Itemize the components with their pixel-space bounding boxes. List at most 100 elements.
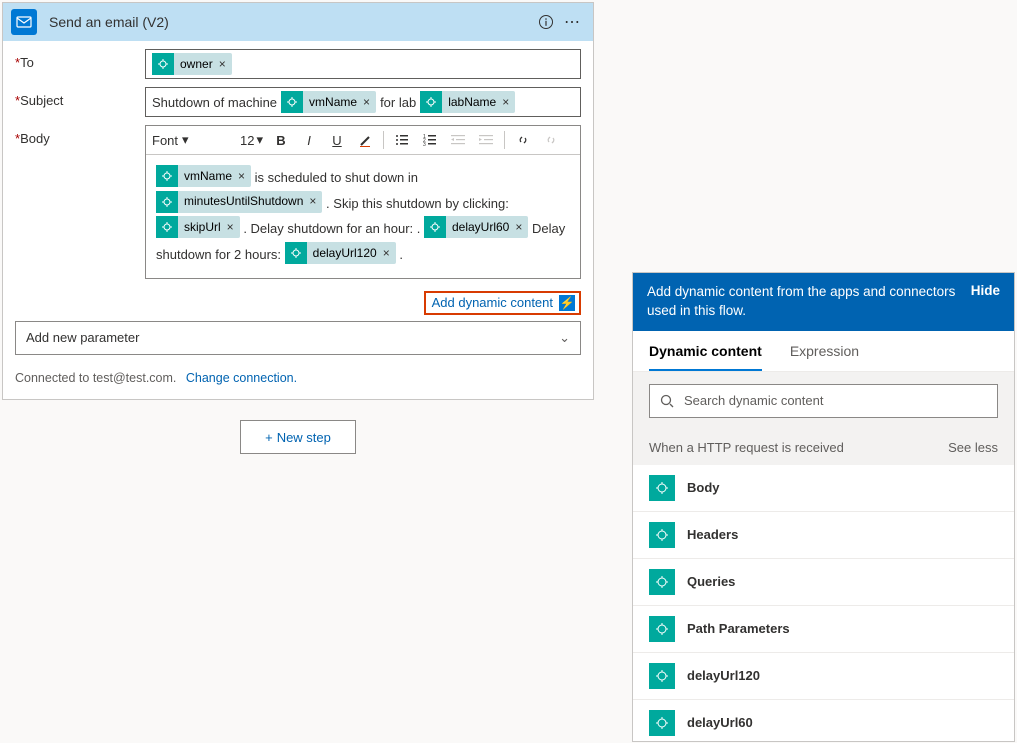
rte-unlink-button[interactable]: [541, 130, 561, 150]
token-delay60[interactable]: delayUrl60×: [424, 216, 528, 238]
rte-italic-button[interactable]: I: [299, 130, 319, 150]
rte-indent-button[interactable]: [476, 130, 496, 150]
token-remove-icon[interactable]: ×: [515, 216, 522, 239]
request-icon: [649, 475, 675, 501]
separator: [504, 131, 505, 149]
card-title: Send an email (V2): [49, 14, 533, 30]
rte-font-select[interactable]: Font ▾: [152, 132, 232, 148]
token-owner[interactable]: owner ×: [152, 53, 232, 75]
token-labname[interactable]: labName ×: [420, 91, 515, 113]
field-subject: *Subject Shutdown of machine vmName × fo…: [15, 87, 581, 117]
see-less-link[interactable]: See less: [948, 440, 998, 455]
dynamic-panel-header: Add dynamic content from the apps and co…: [633, 273, 1014, 331]
dynamic-item-label: Path Parameters: [687, 621, 790, 636]
token-minutes[interactable]: minutesUntilShutdown ×: [156, 191, 322, 213]
to-label: *To: [15, 49, 145, 70]
subject-text: for lab: [380, 95, 416, 110]
change-connection-link[interactable]: Change connection.: [186, 371, 297, 385]
to-input[interactable]: owner ×: [145, 49, 581, 79]
card-body: *To owner × *Subject Shutdown of machine…: [3, 41, 593, 399]
rte-size-select[interactable]: 12 ▾: [240, 132, 263, 148]
new-step-button[interactable]: + New step: [240, 420, 356, 454]
section-title: When a HTTP request is received: [649, 440, 844, 455]
rte-bold-button[interactable]: B: [271, 130, 291, 150]
dynamic-item[interactable]: Body: [633, 465, 1014, 512]
add-parameter-dropdown[interactable]: Add new parameter ⌄: [15, 321, 581, 355]
dynamic-item-label: delayUrl60: [687, 715, 753, 730]
search-wrap: Search dynamic content: [633, 372, 1014, 430]
dynamic-item-label: Headers: [687, 527, 738, 542]
token-icon: [420, 91, 442, 113]
search-placeholder: Search dynamic content: [684, 393, 823, 408]
dynamic-item-label: Queries: [687, 574, 735, 589]
token-remove-icon[interactable]: ×: [363, 95, 370, 109]
token-vmname[interactable]: vmName×: [156, 165, 251, 187]
request-icon: [649, 522, 675, 548]
dynamic-panel-tabs: Dynamic content Expression: [633, 331, 1014, 372]
token-label: delayUrl120: [313, 242, 377, 265]
add-dynamic-content-link[interactable]: Add dynamic content ⚡: [424, 291, 581, 315]
token-icon: [156, 165, 178, 187]
dynamic-item[interactable]: Queries: [633, 559, 1014, 606]
token-icon: [281, 91, 303, 113]
dynamic-item-label: delayUrl120: [687, 668, 760, 683]
subject-text: Shutdown of machine: [152, 95, 277, 110]
rte-outdent-button[interactable]: [448, 130, 468, 150]
token-icon: [424, 216, 446, 238]
dynamic-panel-intro: Add dynamic content from the apps and co…: [647, 283, 961, 321]
search-dynamic-input[interactable]: Search dynamic content: [649, 384, 998, 418]
token-label: vmName: [309, 95, 357, 109]
token-remove-icon[interactable]: ×: [502, 95, 509, 109]
chevron-down-icon: ⌄: [559, 330, 570, 346]
token-vmname[interactable]: vmName ×: [281, 91, 376, 113]
svg-text:3: 3: [423, 142, 426, 147]
rte-color-button[interactable]: [355, 130, 375, 150]
rte-underline-button[interactable]: U: [327, 130, 347, 150]
add-dynamic-row: Add dynamic content ⚡: [15, 287, 581, 315]
token-remove-icon[interactable]: ×: [309, 190, 316, 213]
body-text: .: [399, 247, 403, 262]
subject-input[interactable]: Shutdown of machine vmName × for lab lab…: [145, 87, 581, 117]
dynamic-content-list[interactable]: Body Headers Queries Path Parameters del…: [633, 465, 1014, 741]
card-header: Send an email (V2) ⋯: [3, 3, 593, 41]
token-remove-icon[interactable]: ×: [219, 57, 226, 71]
more-icon[interactable]: ⋯: [559, 9, 585, 35]
hide-panel-link[interactable]: Hide: [971, 283, 1000, 321]
add-parameter-label: Add new parameter: [26, 330, 139, 345]
rte-numbered-button[interactable]: 123: [420, 130, 440, 150]
rte-bullets-button[interactable]: [392, 130, 412, 150]
dynamic-item[interactable]: delayUrl120: [633, 653, 1014, 700]
tab-dynamic-content[interactable]: Dynamic content: [649, 343, 762, 371]
add-dynamic-wrap: Add dynamic content ⚡: [145, 291, 581, 315]
body-text: . Skip this shutdown by clicking:: [326, 196, 509, 211]
token-remove-icon[interactable]: ×: [383, 242, 390, 265]
chevron-down-icon: ▾: [256, 132, 263, 148]
body-content[interactable]: vmName× is scheduled to shut down in min…: [146, 155, 580, 278]
lightning-icon: ⚡: [559, 295, 575, 311]
tab-expression[interactable]: Expression: [790, 343, 859, 371]
email-action-card: Send an email (V2) ⋯ *To owner × *Subjec…: [2, 2, 594, 400]
token-icon: [156, 191, 178, 213]
body-editor[interactable]: Font ▾ 12 ▾ B I U 123 vmName×: [145, 125, 581, 279]
add-dynamic-label: Add dynamic content: [432, 295, 553, 310]
rte-link-button[interactable]: [513, 130, 533, 150]
section-http-request: When a HTTP request is received See less: [633, 430, 1014, 465]
dynamic-item[interactable]: Path Parameters: [633, 606, 1014, 653]
token-label: owner: [180, 57, 213, 71]
token-delay120[interactable]: delayUrl120 ×: [285, 242, 396, 264]
token-skipurl[interactable]: skipUrl×: [156, 216, 240, 238]
request-icon: [649, 616, 675, 642]
field-to: *To owner ×: [15, 49, 581, 79]
token-icon: [285, 242, 307, 264]
plus-icon: +: [265, 430, 273, 445]
dynamic-item[interactable]: Headers: [633, 512, 1014, 559]
token-remove-icon[interactable]: ×: [238, 165, 245, 188]
separator: [383, 131, 384, 149]
token-label: minutesUntilShutdown: [184, 190, 303, 213]
new-step-label: New step: [277, 430, 331, 445]
token-remove-icon[interactable]: ×: [227, 216, 234, 239]
token-label: labName: [448, 95, 496, 109]
dynamic-item[interactable]: delayUrl60: [633, 700, 1014, 741]
info-icon[interactable]: [533, 9, 559, 35]
outlook-icon: [11, 9, 37, 35]
